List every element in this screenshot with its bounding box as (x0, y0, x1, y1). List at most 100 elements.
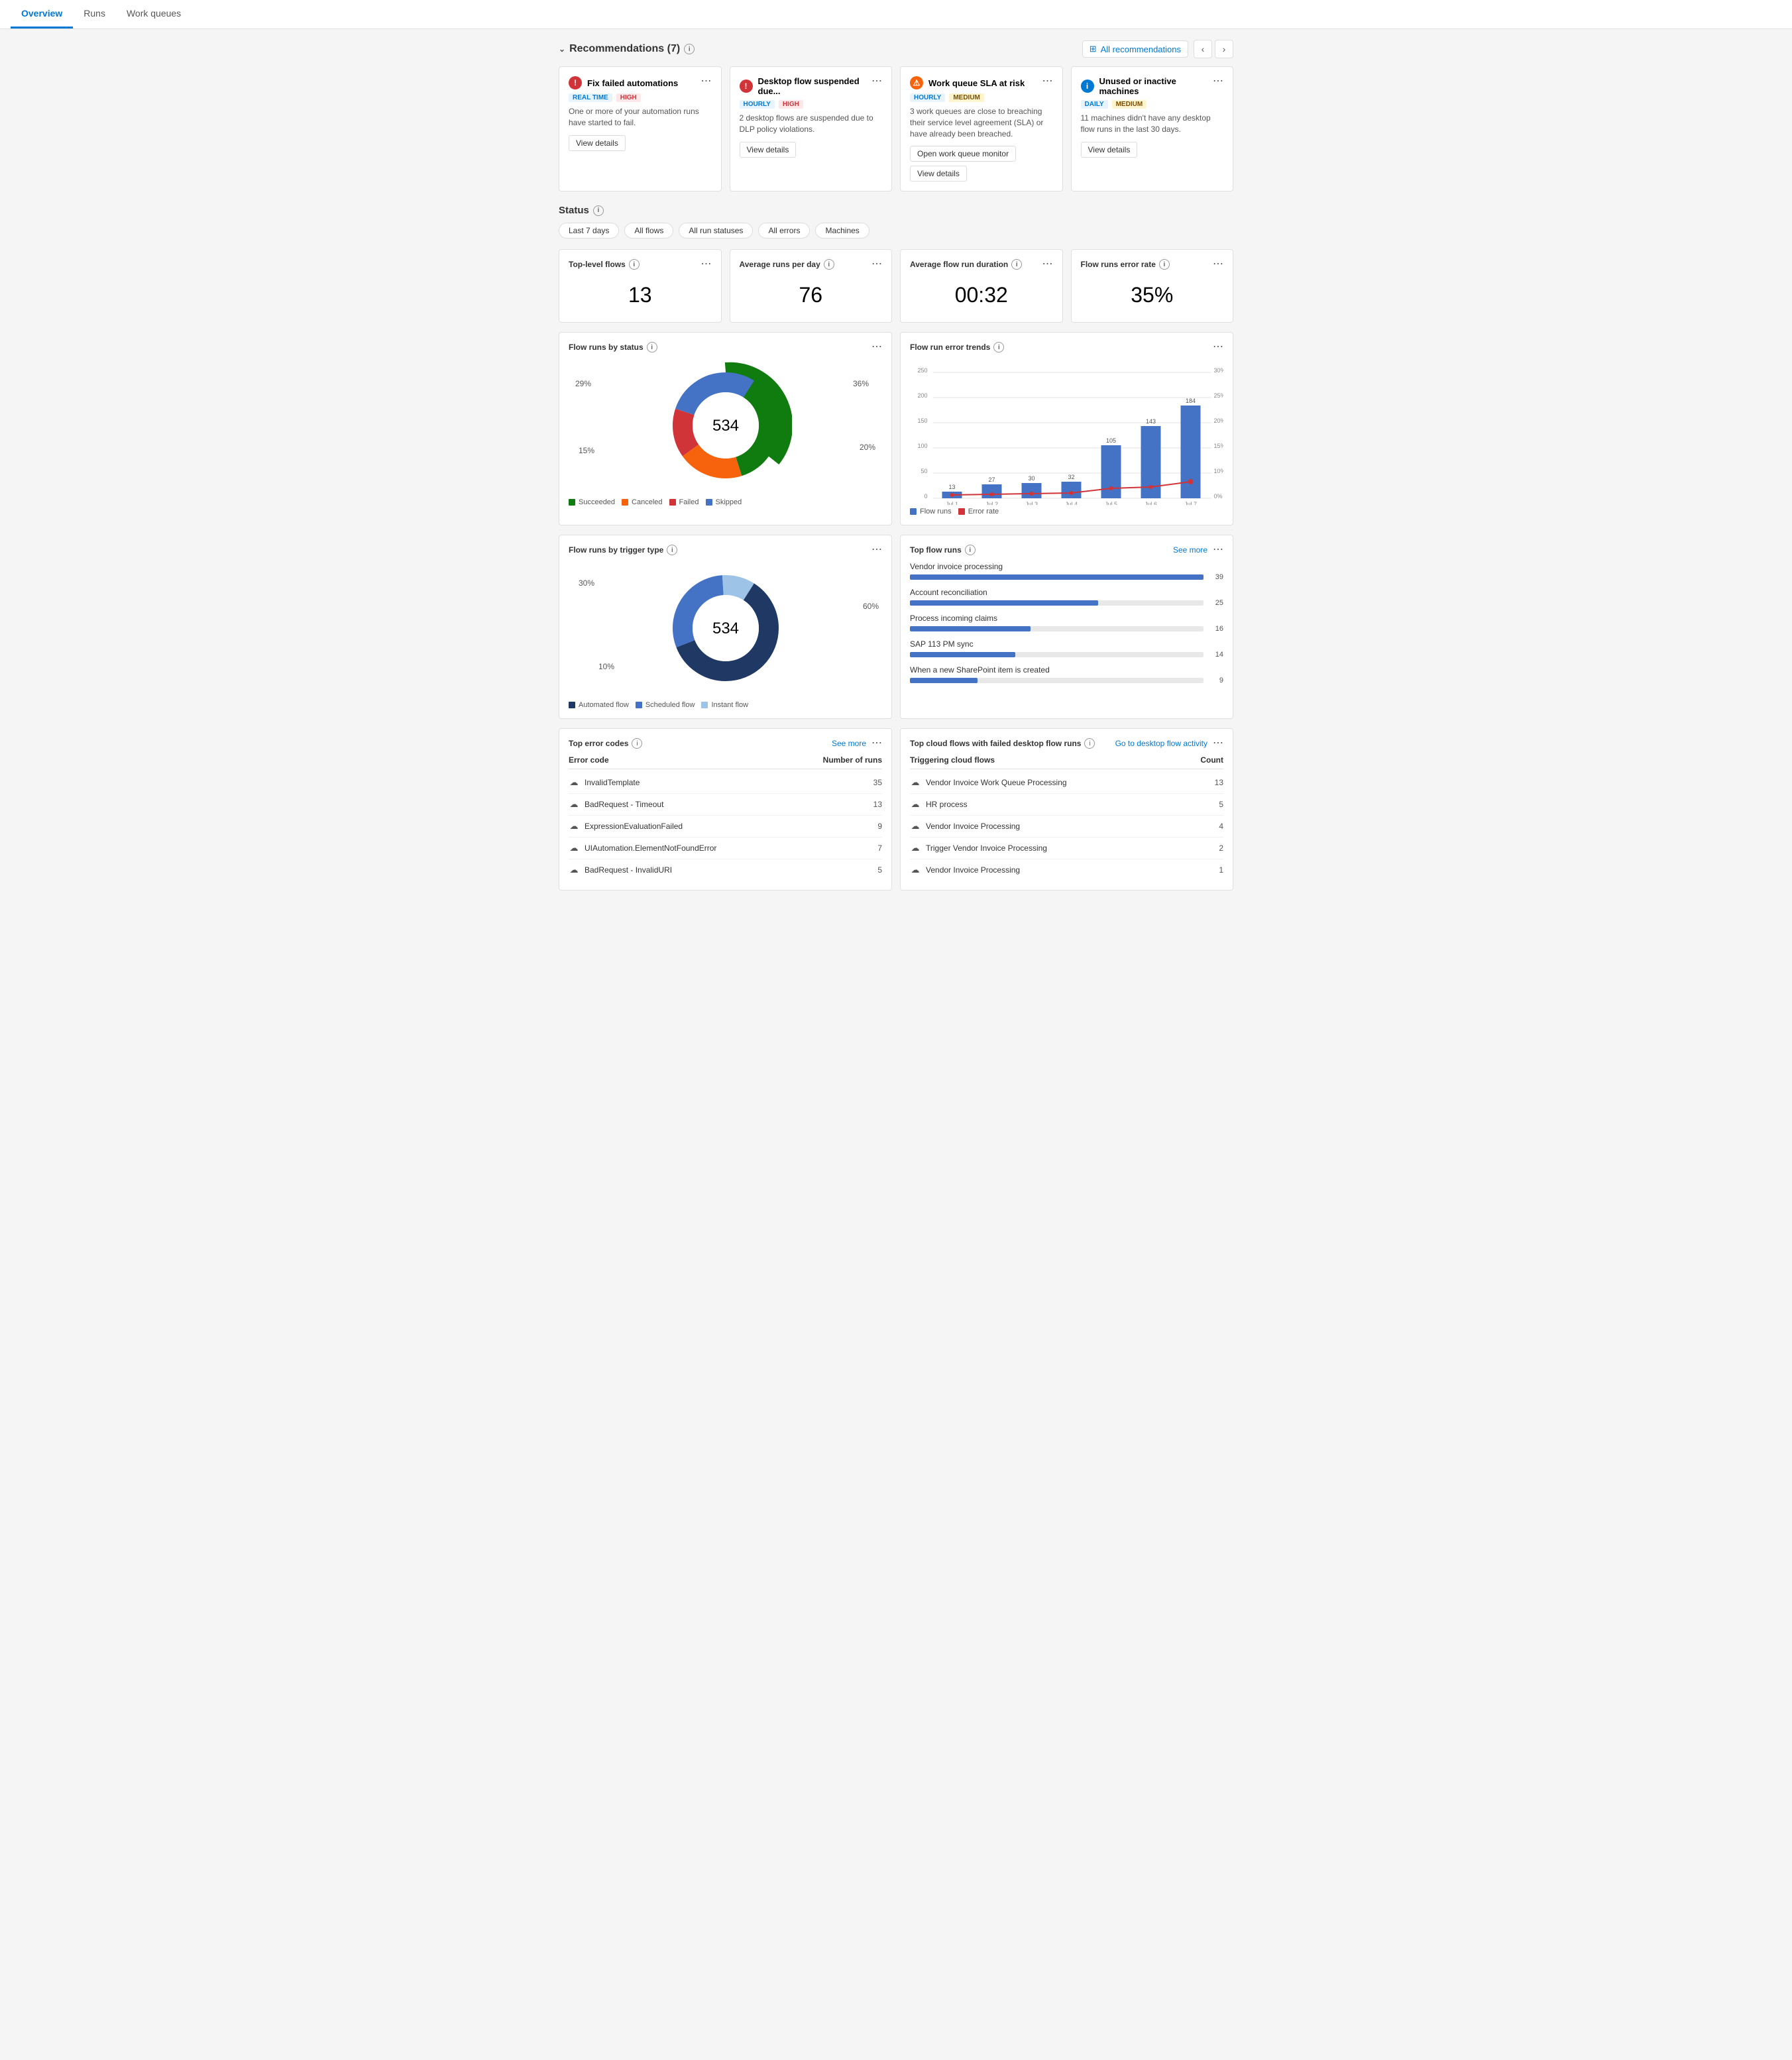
svg-text:143: 143 (1146, 418, 1156, 425)
error-trends-info-icon[interactable]: i (993, 342, 1004, 352)
top-flow-runs-see-more[interactable]: See more (1173, 545, 1207, 555)
metric-card-0: Top-level flows i ⋯ 13 (559, 249, 722, 323)
cloud-flow-icon-3: ☁ (910, 843, 921, 853)
rec-card-2-view-details-button[interactable]: View details (910, 166, 967, 182)
flow-runs-status-info-icon[interactable]: i (647, 342, 657, 352)
status-info-icon[interactable]: i (593, 205, 604, 216)
top-flow-runs-more-button[interactable]: ⋯ (1213, 545, 1223, 555)
flow-bar-fill-4 (910, 678, 978, 683)
svg-text:Jul 5: Jul 5 (1105, 501, 1117, 505)
svg-text:32: 32 (1068, 474, 1074, 480)
metric-0-title: Top-level flows i (569, 259, 640, 270)
rec-card-2-more-button[interactable]: ⋯ (1042, 76, 1053, 87)
filter-pills: Last 7 days All flows All run statuses A… (559, 223, 1233, 239)
error-code-row-0: ☁ InvalidTemplate 35 (569, 772, 882, 794)
flow-bar-fill-1 (910, 600, 1098, 606)
rec-card-0: ! Fix failed automations ⋯ REAL TIME Hig… (559, 66, 722, 191)
bar-3 (1062, 482, 1082, 498)
flow-bar-track-4 (910, 678, 1204, 683)
flow-bar-0: Vendor invoice processing 39 (910, 562, 1223, 581)
recommendations-info-icon[interactable]: i (684, 44, 695, 54)
svg-text:30%: 30% (1214, 367, 1224, 374)
metric-3-title: Flow runs error rate i (1081, 259, 1170, 270)
legend-dot-instant (701, 702, 708, 708)
metric-1-more-button[interactable]: ⋯ (871, 259, 882, 270)
svg-text:100: 100 (917, 443, 927, 449)
cloud-flows-header: Top cloud flows with failed desktop flow… (910, 738, 1223, 749)
metric-2-info-icon[interactable]: i (1011, 259, 1022, 270)
metric-0-more-button[interactable]: ⋯ (701, 259, 712, 270)
cloud-flows-more-button[interactable]: ⋯ (1213, 738, 1223, 749)
legend-dot-canceled (622, 499, 628, 506)
error-dot-1 (990, 492, 994, 496)
filter-machines[interactable]: Machines (815, 223, 869, 239)
filter-allrunstatuses[interactable]: All run statuses (679, 223, 753, 239)
trigger-title: Flow runs by trigger type i (569, 545, 677, 555)
top-flows-list: Vendor invoice processing 39 Account rec… (910, 562, 1223, 684)
svg-text:25%: 25% (1214, 392, 1224, 399)
nav-tabs: Overview Runs Work queues (0, 0, 1792, 29)
flow-runs-status-more-button[interactable]: ⋯ (871, 342, 882, 352)
cloud-flow-count-2: 4 (1219, 822, 1223, 831)
legend-failed: Failed (669, 498, 699, 506)
svg-text:20%: 20% (1214, 417, 1224, 424)
rec-card-3-view-details-button[interactable]: View details (1081, 142, 1138, 158)
next-arrow-button[interactable]: › (1215, 40, 1233, 58)
flow-bar-1: Account reconciliation 25 (910, 588, 1223, 607)
metric-2-more-button[interactable]: ⋯ (1042, 259, 1053, 270)
error-codes-info-icon[interactable]: i (632, 738, 642, 749)
error-trends-chart: 0 50 100 150 200 250 0% 10% 15% 20% 25% … (910, 359, 1223, 505)
svg-text:50: 50 (921, 468, 927, 474)
rec-card-0-view-details-button[interactable]: View details (569, 135, 626, 151)
filter-last7days[interactable]: Last 7 days (559, 223, 619, 239)
rec-card-1-more-button[interactable]: ⋯ (871, 76, 882, 87)
rec-card-2-sev-badge: Medium (949, 93, 984, 102)
error-codes-actions: See more ⋯ (832, 738, 882, 749)
status-header: Status i (559, 205, 1233, 216)
filter-allflows[interactable]: All flows (624, 223, 673, 239)
rec-card-0-more-button[interactable]: ⋯ (701, 76, 712, 87)
severity-icon-1: ! (740, 80, 753, 93)
rec-card-1-view-details-button[interactable]: View details (740, 142, 797, 158)
legend-automated: Automated flow (569, 701, 629, 709)
donut-chart-trigger: 534 30% 60% 10% (569, 562, 882, 694)
cloud-flows-info-icon[interactable]: i (1084, 738, 1095, 749)
rec-card-1: ! Desktop flow suspended due... ⋯ HOURLY… (730, 66, 893, 191)
cloud-flows-title-group: Top cloud flows with failed desktop flow… (910, 738, 1095, 749)
rec-card-2-open-monitor-button[interactable]: Open work queue monitor (910, 146, 1016, 162)
error-code-row-2: ☁ ExpressionEvaluationFailed 9 (569, 816, 882, 838)
rec-card-1-title-row: ! Desktop flow suspended due... (740, 76, 872, 96)
flow-bar-track-0 (910, 574, 1204, 580)
all-recommendations-button[interactable]: ⊞ All recommendations (1082, 40, 1188, 58)
trigger-info-icon[interactable]: i (667, 545, 677, 555)
cloud-flow-icon-1: ☁ (910, 799, 921, 810)
severity-icon-0: ! (569, 76, 582, 89)
rec-card-3-more-button[interactable]: ⋯ (1213, 76, 1223, 87)
donut-label-36: 36% (853, 379, 869, 388)
grid-icon: ⊞ (1090, 44, 1097, 54)
tab-overview[interactable]: Overview (11, 0, 73, 28)
status-section: Status i Last 7 days All flows All run s… (559, 205, 1233, 239)
flow-bar-track-1 (910, 600, 1204, 606)
filter-allerrors[interactable]: All errors (758, 223, 810, 239)
flow-runs-by-trigger-card: Flow runs by trigger type i ⋯ 534 30% (559, 535, 892, 719)
error-trends-more-button[interactable]: ⋯ (1213, 342, 1223, 352)
metric-1-info-icon[interactable]: i (824, 259, 834, 270)
cloud-flows-go-to-activity[interactable]: Go to desktop flow activity (1115, 739, 1207, 748)
metric-card-1: Average runs per day i ⋯ 76 (730, 249, 893, 323)
error-codes-see-more[interactable]: See more (832, 739, 866, 748)
trigger-more-button[interactable]: ⋯ (871, 545, 882, 555)
metric-3-more-button[interactable]: ⋯ (1213, 259, 1223, 270)
tab-work-queues[interactable]: Work queues (116, 0, 192, 28)
prev-arrow-button[interactable]: ‹ (1194, 40, 1212, 58)
chevron-down-icon[interactable]: ⌄ (559, 44, 565, 54)
tab-runs[interactable]: Runs (73, 0, 116, 28)
error-codes-more-button[interactable]: ⋯ (871, 738, 882, 749)
error-dot-2 (1030, 492, 1034, 496)
error-dot-6 (1188, 479, 1194, 484)
metric-3-info-icon[interactable]: i (1159, 259, 1170, 270)
cloud-flows-col-headers: Triggering cloud flows Count (910, 755, 1223, 769)
donut-svg-status: 534 (659, 359, 792, 492)
metric-0-info-icon[interactable]: i (629, 259, 640, 270)
top-flow-runs-info-icon[interactable]: i (965, 545, 976, 555)
